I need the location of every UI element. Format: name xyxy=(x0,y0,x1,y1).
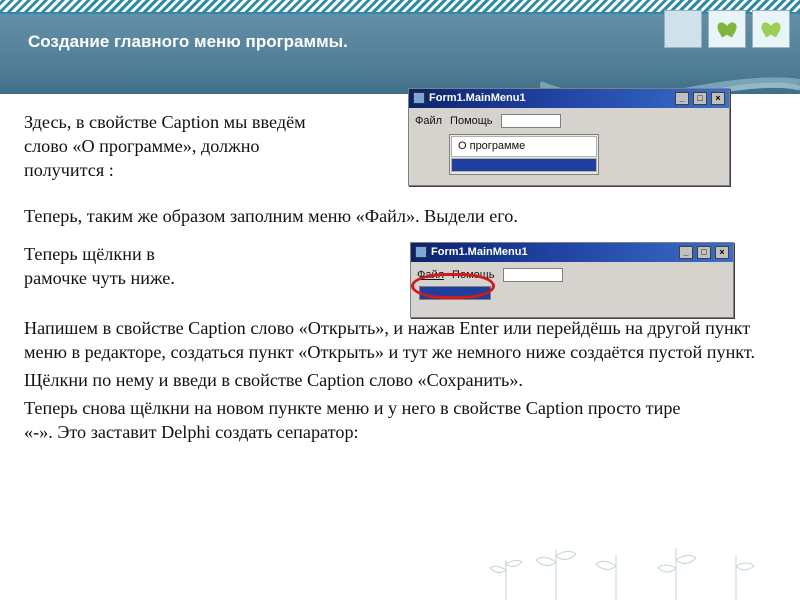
paragraph-2: Теперь, таким же образом заполним меню «… xyxy=(24,204,776,228)
paragraph-4: Напишем в свойстве Caption слово «Открыт… xyxy=(24,316,776,364)
icon-tile-sprout-2 xyxy=(752,10,790,48)
minimize-icon: _ xyxy=(675,92,689,105)
window-title: Form1.MainMenu1 xyxy=(429,91,526,106)
close-icon: × xyxy=(715,246,729,259)
maximize-icon: □ xyxy=(697,246,711,259)
slide-title: Создание главного меню программы. xyxy=(28,32,772,52)
text: Теперь, таким же образом заполним меню «… xyxy=(24,206,518,226)
submenu-item-selected-empty xyxy=(451,158,597,172)
window-body: Файл Помощь xyxy=(411,262,733,317)
header-icon-tray xyxy=(664,10,790,48)
window-titlebar: Form1.MainMenu1 _ □ × xyxy=(409,89,729,108)
window-title: Form1.MainMenu1 xyxy=(431,245,528,260)
text: Напишем в свойстве Caption слово «Открыт… xyxy=(24,318,755,362)
text: слово «О программе», должно xyxy=(24,136,260,156)
submenu-item-about: О программе xyxy=(451,136,597,157)
screenshot-window-2: Form1.MainMenu1 _ □ × Файл Помощь xyxy=(410,242,734,318)
slide-header: Создание главного меню программы. xyxy=(0,14,800,94)
text: Теперь снова щёлкни на новом пункте меню… xyxy=(24,398,681,418)
annotation-red-circle xyxy=(411,273,495,299)
icon-tile-sprout-1 xyxy=(708,10,746,48)
text: Здесь, в свойстве Caption мы введём xyxy=(24,112,306,132)
close-icon: × xyxy=(711,92,725,105)
text: Щёлкни по нему и введи в свойстве Captio… xyxy=(24,370,523,390)
menu-help: Помощь xyxy=(450,114,493,129)
window-body: Файл Помощь О программе xyxy=(409,108,729,185)
icon-tile-blank xyxy=(664,10,702,48)
footer-plant-decoration xyxy=(476,520,776,600)
paragraph-6: Теперь снова щёлкни на новом пункте меню… xyxy=(24,396,776,444)
menu-empty-slot xyxy=(501,114,561,128)
slide-body: Здесь, в свойстве Caption мы введём слов… xyxy=(0,94,800,444)
submenu-dropdown: О программе xyxy=(449,134,599,175)
maximize-icon: □ xyxy=(693,92,707,105)
text: рамочке чуть ниже. xyxy=(24,268,175,288)
menu-bar: Файл Помощь xyxy=(415,114,723,129)
window-titlebar: Form1.MainMenu1 _ □ × xyxy=(411,243,733,262)
text: Теперь щёлкни в xyxy=(24,244,155,264)
text: «-». Это заставит Delphi создать сепарат… xyxy=(24,422,359,442)
paragraph-5: Щёлкни по нему и введи в свойстве Captio… xyxy=(24,368,776,392)
menu-file: Файл xyxy=(415,114,442,129)
text: получится : xyxy=(24,160,114,180)
app-icon xyxy=(413,92,425,104)
menu-empty-slot xyxy=(503,268,563,282)
screenshot-window-1: Form1.MainMenu1 _ □ × Файл Помощь О прог… xyxy=(408,88,730,186)
minimize-icon: _ xyxy=(679,246,693,259)
app-icon xyxy=(415,246,427,258)
